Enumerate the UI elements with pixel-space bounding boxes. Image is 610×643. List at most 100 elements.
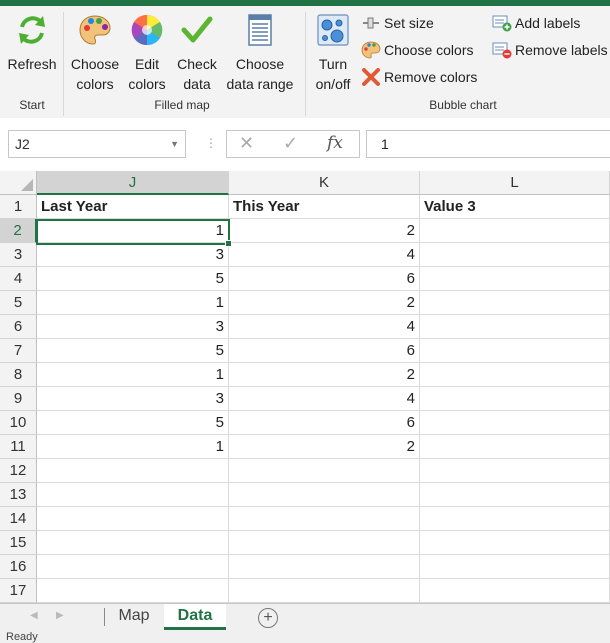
row-header[interactable]: 17 [0,579,37,603]
ribbon-separator [63,12,64,116]
row-header[interactable]: 14 [0,507,37,531]
data-cell[interactable] [420,267,610,291]
data-cell[interactable] [420,219,610,243]
data-cell[interactable]: 4 [229,243,420,267]
data-cell[interactable] [420,411,610,435]
status-bar: Ready [0,631,610,643]
row-header[interactable]: 4 [0,267,37,291]
name-box[interactable]: J2 ▼ [8,130,186,158]
choose-data-range-button[interactable]: Choose data range [222,12,298,94]
data-cell[interactable]: 2 [229,363,420,387]
choose-colors-line2: colors [76,76,114,92]
data-cell[interactable]: 1 [37,363,229,387]
row-header[interactable]: 5 [0,291,37,315]
data-cell[interactable] [420,315,610,339]
turn-on-off-button[interactable]: Turn on/off [308,12,358,94]
empty-cell[interactable] [420,483,610,507]
row-header[interactable]: 7 [0,339,37,363]
row-header[interactable]: 1 [0,195,37,219]
data-cell[interactable]: 1 [37,435,229,459]
scroll-left-icon[interactable]: ◀ [30,610,38,621]
select-all-corner[interactable] [0,171,37,195]
cancel-icon[interactable]: ✕ [239,133,254,154]
header-cell[interactable]: Value 3 [420,195,610,219]
name-box-value: J2 [15,136,30,152]
group-label-filled-map: Filled map [154,98,210,112]
data-cell[interactable]: 2 [229,291,420,315]
empty-cell[interactable] [37,531,229,555]
data-cell[interactable]: 1 [37,291,229,315]
data-cell[interactable] [420,387,610,411]
data-cell[interactable]: 5 [37,411,229,435]
choose-colors-bubble-button[interactable]: Choose colors [361,41,474,59]
row-header[interactable]: 11 [0,435,37,459]
empty-cell[interactable] [37,459,229,483]
empty-cell[interactable] [229,555,420,579]
row-header[interactable]: 15 [0,531,37,555]
data-cell[interactable]: 4 [229,315,420,339]
row-header[interactable]: 12 [0,459,37,483]
row-header[interactable]: 2 [0,219,37,243]
row-header[interactable]: 6 [0,315,37,339]
data-cell[interactable]: 6 [229,411,420,435]
data-cell[interactable] [420,339,610,363]
row-header[interactable]: 3 [0,243,37,267]
row-header[interactable]: 8 [0,363,37,387]
empty-cell[interactable] [420,555,610,579]
check-data-button[interactable]: Check data [172,12,222,94]
choose-colors-button[interactable]: Choose colors [66,12,124,94]
data-cell[interactable]: 5 [37,339,229,363]
data-cell[interactable]: 5 [37,267,229,291]
row-header[interactable]: 10 [0,411,37,435]
data-cell[interactable]: 3 [37,387,229,411]
empty-cell[interactable] [229,459,420,483]
empty-cell[interactable] [420,459,610,483]
empty-cell[interactable] [37,579,229,603]
data-cell[interactable]: 3 [37,315,229,339]
row-header[interactable]: 16 [0,555,37,579]
data-cell[interactable]: 3 [37,243,229,267]
header-cell[interactable]: Last Year [37,195,229,219]
edit-colors-button[interactable]: Edit colors [124,12,170,94]
enter-check-icon[interactable]: ✓ [283,133,298,154]
data-cell[interactable]: 6 [229,267,420,291]
empty-cell[interactable] [229,507,420,531]
data-cell[interactable] [420,435,610,459]
remove-colors-button[interactable]: Remove colors [361,68,477,86]
tab-data[interactable]: Data [164,604,226,630]
empty-cell[interactable] [420,507,610,531]
data-cell[interactable] [420,291,610,315]
empty-cell[interactable] [229,531,420,555]
empty-cell[interactable] [229,579,420,603]
status-text: Ready [6,631,38,643]
row-header[interactable]: 13 [0,483,37,507]
empty-cell[interactable] [420,579,610,603]
empty-cell[interactable] [37,483,229,507]
empty-cell[interactable] [37,555,229,579]
insert-function-icon[interactable]: fx [327,133,343,153]
header-cell[interactable]: This Year [229,195,420,219]
data-cell[interactable]: 2 [229,219,420,243]
data-cell[interactable]: 6 [229,339,420,363]
empty-cell[interactable] [37,507,229,531]
column-header-l[interactable]: L [420,171,610,195]
remove-labels-button[interactable]: Remove labels [492,41,608,59]
chevron-down-icon[interactable]: ▼ [170,131,179,157]
data-cell[interactable] [420,363,610,387]
column-header-k[interactable]: K [229,171,420,195]
refresh-button[interactable]: Refresh [4,12,60,74]
scroll-right-icon[interactable]: ▶ [56,610,64,621]
empty-cell[interactable] [229,483,420,507]
tab-map[interactable]: Map [108,604,160,630]
add-labels-button[interactable]: Add labels [492,14,580,32]
column-header-j[interactable]: J [37,171,229,195]
choose-colors-bubble-label: Choose colors [384,42,474,58]
empty-cell[interactable] [420,531,610,555]
row-header[interactable]: 9 [0,387,37,411]
add-sheet-button[interactable]: + [258,608,278,628]
set-size-button[interactable]: Set size [361,14,434,32]
data-cell[interactable] [420,243,610,267]
data-cell[interactable]: 4 [229,387,420,411]
formula-input[interactable]: 1 [366,130,610,158]
data-cell[interactable]: 2 [229,435,420,459]
